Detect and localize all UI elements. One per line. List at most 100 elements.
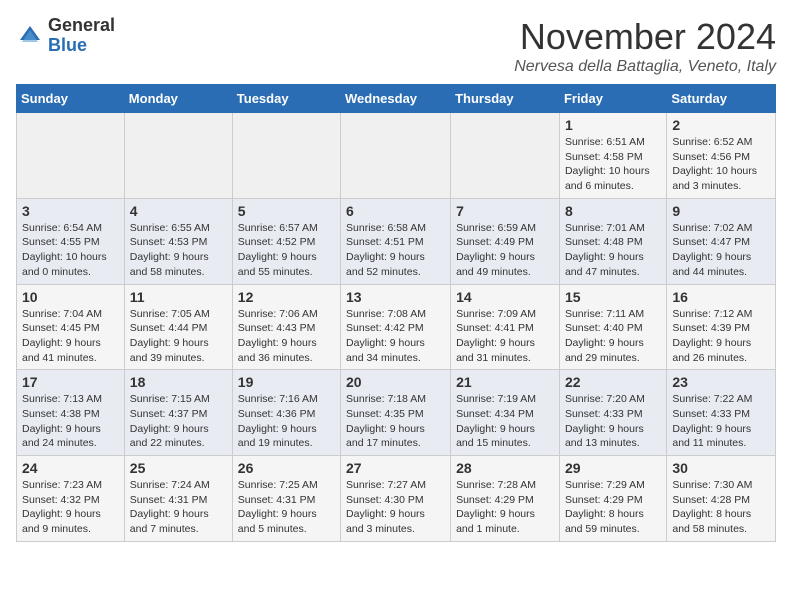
day-number: 28: [456, 460, 554, 476]
day-number: 30: [672, 460, 770, 476]
day-info: Sunrise: 7:25 AM Sunset: 4:31 PM Dayligh…: [238, 478, 335, 537]
day-info: Sunrise: 7:13 AM Sunset: 4:38 PM Dayligh…: [22, 392, 119, 451]
weekday-header-sunday: Sunday: [17, 85, 125, 113]
day-number: 25: [130, 460, 227, 476]
day-info: Sunrise: 6:59 AM Sunset: 4:49 PM Dayligh…: [456, 221, 554, 280]
day-number: 16: [672, 289, 770, 305]
title-area: November 2024 Nervesa della Battaglia, V…: [514, 16, 776, 76]
calendar-cell: 28 Sunrise: 7:28 AM Sunset: 4:29 PM Dayli…: [451, 456, 560, 542]
day-number: 22: [565, 374, 661, 390]
day-info: Sunrise: 7:06 AM Sunset: 4:43 PM Dayligh…: [238, 307, 335, 366]
day-number: 18: [130, 374, 227, 390]
calendar-cell: 9Sunrise: 7:02 AM Sunset: 4:47 PM Daylig…: [667, 198, 776, 284]
day-info: Sunrise: 7:05 AM Sunset: 4:44 PM Dayligh…: [130, 307, 227, 366]
day-number: 13: [346, 289, 445, 305]
day-info: Sunrise: 6:57 AM Sunset: 4:52 PM Dayligh…: [238, 221, 335, 280]
day-number: 1: [565, 117, 661, 133]
day-info: Sunrise: 7:30 AM Sunset: 4:28 PM Dayligh…: [672, 478, 770, 537]
calendar-cell: 18 Sunrise: 7:15 AM Sunset: 4:37 PM Dayli…: [124, 370, 232, 456]
calendar-cell: [232, 113, 340, 199]
calendar-cell: 6Sunrise: 6:58 AM Sunset: 4:51 PM Daylig…: [341, 198, 451, 284]
day-info: Sunrise: 7:02 AM Sunset: 4:47 PM Dayligh…: [672, 221, 770, 280]
day-info: Sunrise: 7:18 AM Sunset: 4:35 PM Dayligh…: [346, 392, 445, 451]
day-info: Sunrise: 6:52 AM Sunset: 4:56 PM Dayligh…: [672, 135, 770, 194]
day-number: 10: [22, 289, 119, 305]
calendar-cell: 25Sunrise: 7:24 AM Sunset: 4:31 PM Dayli…: [124, 456, 232, 542]
calendar-table: SundayMondayTuesdayWednesdayThursdayFrid…: [16, 84, 776, 542]
calendar-cell: 17 Sunrise: 7:13 AM Sunset: 4:38 PM Dayli…: [17, 370, 125, 456]
day-info: Sunrise: 7:28 AM Sunset: 4:29 PM Dayligh…: [456, 478, 554, 537]
day-info: Sunrise: 7:12 AM Sunset: 4:39 PM Dayligh…: [672, 307, 770, 366]
day-info: Sunrise: 7:16 AM Sunset: 4:36 PM Dayligh…: [238, 392, 335, 451]
calendar-cell: 16 Sunrise: 7:12 AM Sunset: 4:39 PM Dayli…: [667, 284, 776, 370]
day-number: 19: [238, 374, 335, 390]
day-info: Sunrise: 7:27 AM Sunset: 4:30 PM Dayligh…: [346, 478, 445, 537]
day-number: 6: [346, 203, 445, 219]
calendar-cell: 8 Sunrise: 7:01 AM Sunset: 4:48 PM Daylig…: [559, 198, 666, 284]
day-number: 17: [22, 374, 119, 390]
day-number: 27: [346, 460, 445, 476]
day-info: Sunrise: 7:29 AM Sunset: 4:29 PM Dayligh…: [565, 478, 661, 537]
day-number: 14: [456, 289, 554, 305]
day-info: Sunrise: 7:09 AM Sunset: 4:41 PM Dayligh…: [456, 307, 554, 366]
day-info: Sunrise: 6:51 AM Sunset: 4:58 PM Dayligh…: [565, 135, 661, 194]
weekday-header-monday: Monday: [124, 85, 232, 113]
weekday-header-saturday: Saturday: [667, 85, 776, 113]
logo-text: General Blue: [48, 16, 115, 56]
day-info: Sunrise: 7:04 AM Sunset: 4:45 PM Dayligh…: [22, 307, 119, 366]
location-title: Nervesa della Battaglia, Veneto, Italy: [514, 58, 776, 76]
day-info: Sunrise: 7:15 AM Sunset: 4:37 PM Dayligh…: [130, 392, 227, 451]
day-number: 5: [238, 203, 335, 219]
calendar-cell: 19 Sunrise: 7:16 AM Sunset: 4:36 PM Dayli…: [232, 370, 340, 456]
day-info: Sunrise: 6:54 AM Sunset: 4:55 PM Dayligh…: [22, 221, 119, 280]
calendar-cell: 15 Sunrise: 7:11 AM Sunset: 4:40 PM Dayli…: [559, 284, 666, 370]
day-info: Sunrise: 7:11 AM Sunset: 4:40 PM Dayligh…: [565, 307, 661, 366]
day-number: 26: [238, 460, 335, 476]
calendar-cell: 2 Sunrise: 6:52 AM Sunset: 4:56 PM Daylig…: [667, 113, 776, 199]
calendar-cell: 21 Sunrise: 7:19 AM Sunset: 4:34 PM Dayli…: [451, 370, 560, 456]
day-info: Sunrise: 7:23 AM Sunset: 4:32 PM Dayligh…: [22, 478, 119, 537]
calendar-cell: 30 Sunrise: 7:30 AM Sunset: 4:28 PM Dayli…: [667, 456, 776, 542]
weekday-header-tuesday: Tuesday: [232, 85, 340, 113]
logo-icon: [16, 22, 44, 50]
calendar-cell: [451, 113, 560, 199]
day-number: 2: [672, 117, 770, 133]
weekday-header-friday: Friday: [559, 85, 666, 113]
day-number: 20: [346, 374, 445, 390]
calendar-cell: 5 Sunrise: 6:57 AM Sunset: 4:52 PM Daylig…: [232, 198, 340, 284]
day-info: Sunrise: 7:22 AM Sunset: 4:33 PM Dayligh…: [672, 392, 770, 451]
day-number: 7: [456, 203, 554, 219]
day-info: Sunrise: 6:55 AM Sunset: 4:53 PM Dayligh…: [130, 221, 227, 280]
day-number: 3: [22, 203, 119, 219]
day-number: 15: [565, 289, 661, 305]
calendar-cell: [341, 113, 451, 199]
calendar-cell: [17, 113, 125, 199]
day-number: 23: [672, 374, 770, 390]
calendar-cell: 23 Sunrise: 7:22 AM Sunset: 4:33 PM Dayli…: [667, 370, 776, 456]
calendar-cell: 29Sunrise: 7:29 AM Sunset: 4:29 PM Dayli…: [559, 456, 666, 542]
calendar-cell: 4Sunrise: 6:55 AM Sunset: 4:53 PM Daylig…: [124, 198, 232, 284]
calendar-cell: 10 Sunrise: 7:04 AM Sunset: 4:45 PM Dayli…: [17, 284, 125, 370]
month-title: November 2024: [514, 16, 776, 58]
calendar-cell: [124, 113, 232, 199]
calendar-cell: 3 Sunrise: 6:54 AM Sunset: 4:55 PM Daylig…: [17, 198, 125, 284]
calendar-cell: 12 Sunrise: 7:06 AM Sunset: 4:43 PM Dayli…: [232, 284, 340, 370]
calendar-cell: 7 Sunrise: 6:59 AM Sunset: 4:49 PM Daylig…: [451, 198, 560, 284]
calendar-cell: 14 Sunrise: 7:09 AM Sunset: 4:41 PM Dayli…: [451, 284, 560, 370]
day-number: 11: [130, 289, 227, 305]
day-number: 24: [22, 460, 119, 476]
logo: General Blue: [16, 16, 115, 56]
calendar-cell: 26 Sunrise: 7:25 AM Sunset: 4:31 PM Dayli…: [232, 456, 340, 542]
calendar-cell: 13 Sunrise: 7:08 AM Sunset: 4:42 PM Dayli…: [341, 284, 451, 370]
day-number: 12: [238, 289, 335, 305]
day-info: Sunrise: 7:01 AM Sunset: 4:48 PM Dayligh…: [565, 221, 661, 280]
calendar-cell: 20 Sunrise: 7:18 AM Sunset: 4:35 PM Dayli…: [341, 370, 451, 456]
day-info: Sunrise: 7:19 AM Sunset: 4:34 PM Dayligh…: [456, 392, 554, 451]
calendar-cell: 27 Sunrise: 7:27 AM Sunset: 4:30 PM Dayli…: [341, 456, 451, 542]
day-number: 21: [456, 374, 554, 390]
calendar-cell: 1 Sunrise: 6:51 AM Sunset: 4:58 PM Daylig…: [559, 113, 666, 199]
day-number: 8: [565, 203, 661, 219]
weekday-header-thursday: Thursday: [451, 85, 560, 113]
weekday-header-wednesday: Wednesday: [341, 85, 451, 113]
day-info: Sunrise: 7:08 AM Sunset: 4:42 PM Dayligh…: [346, 307, 445, 366]
